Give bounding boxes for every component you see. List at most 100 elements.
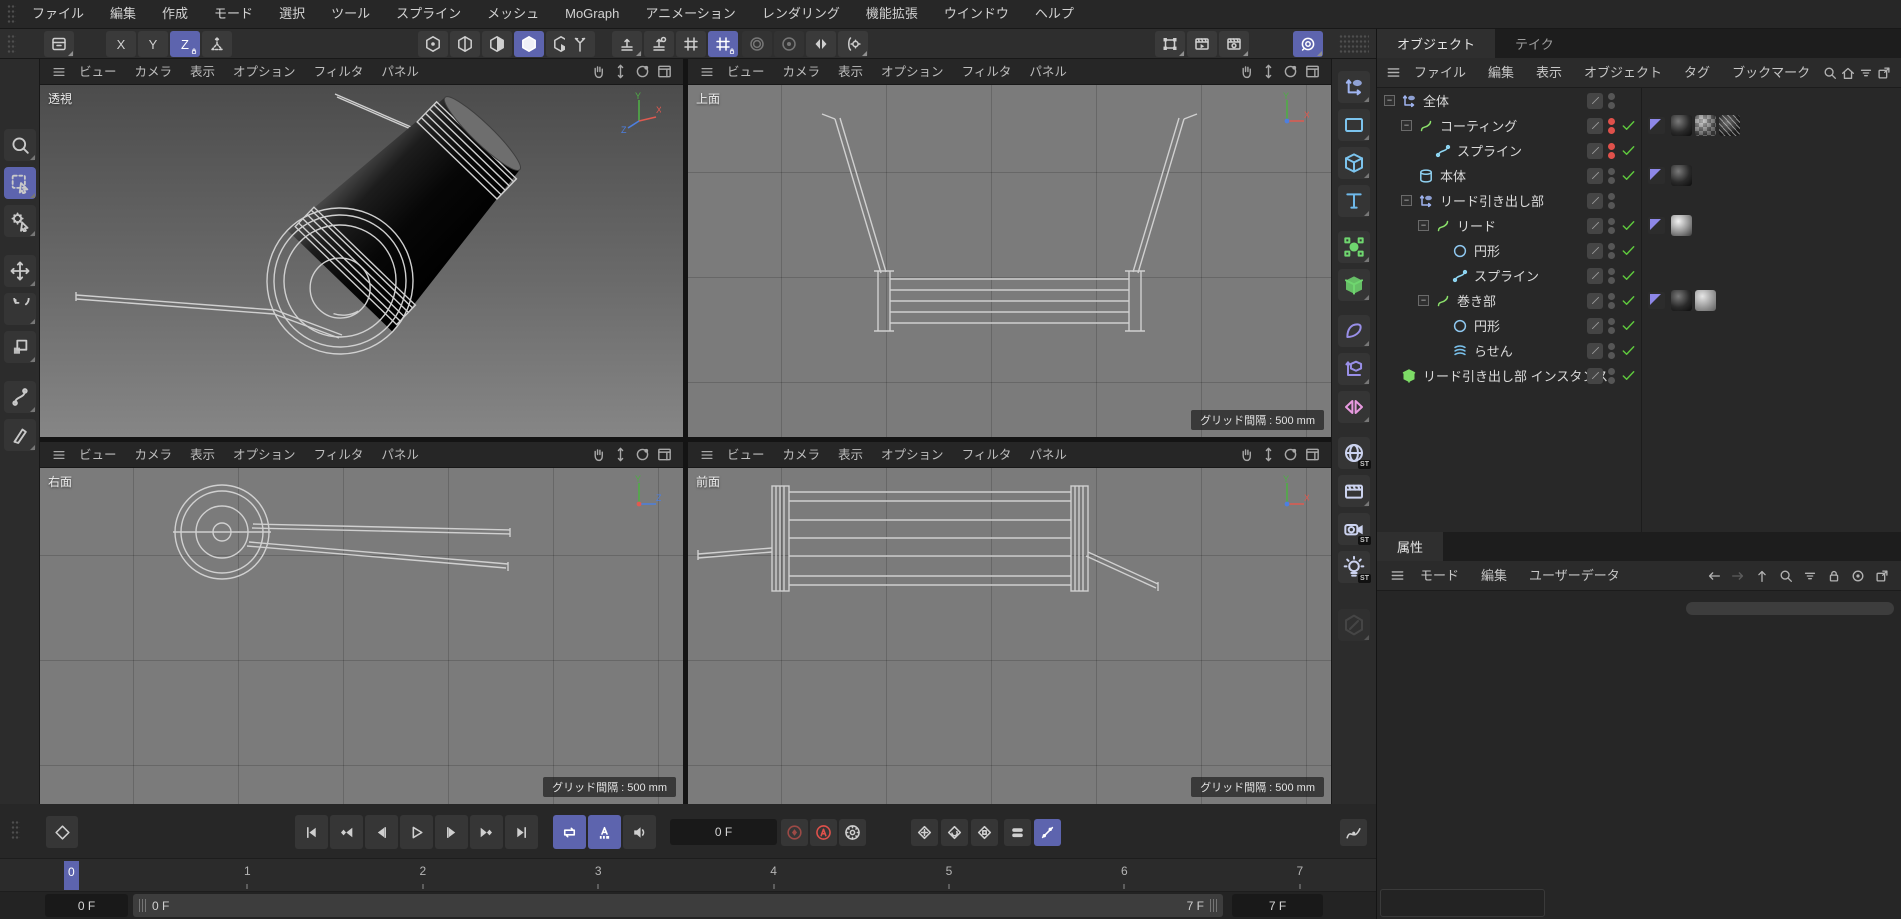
viewport-canvas-right[interactable]: 右面 Y Z グリッド間隔 : 500 mm: [40, 468, 683, 804]
axis-y-button[interactable]: Y: [138, 31, 168, 57]
timeline-drag-handle[interactable]: [11, 820, 20, 840]
menu-10[interactable]: レンダリング: [749, 0, 853, 28]
viewport-menu-0[interactable]: ビュー: [718, 442, 774, 468]
key-parameter-button[interactable]: [1004, 819, 1031, 846]
visibility-dots[interactable]: [1608, 213, 1615, 238]
workplane-button[interactable]: [612, 31, 642, 57]
viewport-menu-5[interactable]: パネル: [1020, 59, 1076, 85]
material-tag-glass[interactable]: [1695, 288, 1719, 313]
visibility-dots[interactable]: [1608, 138, 1615, 163]
loop-playback-button[interactable]: [553, 815, 586, 849]
viewport-menu-1[interactable]: カメラ: [126, 442, 182, 468]
keying-settings-button[interactable]: [839, 819, 866, 846]
edit-toggle[interactable]: [1587, 363, 1603, 388]
menu-3[interactable]: モード: [201, 0, 266, 28]
play-mode-a-button[interactable]: [588, 815, 621, 849]
om-menu-5[interactable]: ブックマーク: [1721, 59, 1821, 87]
visibility-dots[interactable]: [1608, 188, 1615, 213]
panel-menu-icon[interactable]: [1385, 62, 1403, 84]
viewport-menu-4[interactable]: フィルタ: [305, 442, 373, 468]
edit-toggle[interactable]: [1587, 238, 1603, 263]
viewport-menu-icon[interactable]: [696, 62, 718, 82]
enabled-check-icon[interactable]: [1620, 338, 1637, 363]
pan-hand-button[interactable]: [587, 62, 609, 82]
material-tag-fiber[interactable]: [1719, 113, 1743, 138]
enable-axis-button[interactable]: [565, 31, 595, 57]
visibility-dots[interactable]: [1608, 363, 1615, 388]
viewport-menu-4[interactable]: フィルタ: [953, 59, 1021, 85]
tree-row[interactable]: スプライン: [1377, 138, 1901, 163]
maximize-view-button[interactable]: [1301, 62, 1323, 82]
transport-frame-field[interactable]: 0 F: [670, 819, 777, 845]
back-button[interactable]: [1702, 565, 1726, 587]
timeline-ruler[interactable]: 012345670: [0, 858, 1376, 892]
enabled-check-icon[interactable]: [1620, 238, 1637, 263]
edit-toggle[interactable]: [1587, 163, 1603, 188]
sky-button[interactable]: ST: [1338, 437, 1370, 469]
render-view-button[interactable]: [1187, 31, 1217, 57]
visibility-dots[interactable]: [1608, 238, 1615, 263]
forward-dim-button[interactable]: [1726, 565, 1750, 587]
interactive-render-button[interactable]: [1293, 31, 1323, 57]
om-menu-4[interactable]: タグ: [1673, 59, 1721, 87]
viewport-menu-4[interactable]: フィルタ: [953, 442, 1021, 468]
phong-tag-icon[interactable]: [1648, 213, 1665, 238]
axis-z-button[interactable]: Z: [170, 31, 200, 57]
popout-button[interactable]: [1870, 565, 1894, 587]
snap-button[interactable]: [806, 31, 836, 57]
autokeying-button[interactable]: [810, 819, 837, 846]
menu-4[interactable]: 選択: [266, 0, 318, 28]
play-forward-button[interactable]: [400, 815, 433, 849]
viewport-canvas-front[interactable]: 前面 Y X グリッド間隔 : 500 mm: [688, 468, 1331, 804]
edit-toggle[interactable]: [1587, 263, 1603, 288]
axis-x-button[interactable]: X: [106, 31, 136, 57]
om-menu-1[interactable]: 編集: [1477, 59, 1525, 87]
popout-button[interactable]: [1875, 62, 1893, 84]
filter-button[interactable]: [1857, 62, 1875, 84]
orbit-button[interactable]: [631, 445, 653, 465]
menu-9[interactable]: アニメーション: [632, 0, 748, 28]
viewport-menu-1[interactable]: カメラ: [774, 59, 830, 85]
save-button[interactable]: [44, 31, 74, 57]
viewport-menu-5[interactable]: パネル: [372, 442, 428, 468]
tree-row[interactable]: −リード引き出し部: [1377, 188, 1901, 213]
menu-13[interactable]: ヘルプ: [1022, 0, 1087, 28]
menu-8[interactable]: MoGraph: [552, 0, 632, 28]
tree-row[interactable]: −全体: [1377, 88, 1901, 113]
tree-row[interactable]: らせん: [1377, 338, 1901, 363]
enabled-check-icon[interactable]: [1620, 363, 1637, 388]
viewport-menu-0[interactable]: ビュー: [70, 59, 126, 85]
viewport-menu-1[interactable]: カメラ: [774, 442, 830, 468]
polygons-mode-button[interactable]: [482, 31, 512, 57]
render-settings-button[interactable]: [1219, 31, 1249, 57]
material-tag-dark[interactable]: [1671, 163, 1695, 188]
expander-icon[interactable]: −: [1401, 195, 1412, 206]
next-key-button[interactable]: [470, 815, 503, 849]
deformer-button[interactable]: [1338, 315, 1370, 347]
tree-row[interactable]: −リード: [1377, 213, 1901, 238]
timeline-range-slider[interactable]: 0 F 7 F: [133, 894, 1223, 917]
pen-tool-button[interactable]: [4, 419, 36, 451]
visibility-dots[interactable]: [1608, 88, 1615, 113]
menu-7[interactable]: メッシュ: [474, 0, 552, 28]
menu-6[interactable]: スプライン: [383, 0, 474, 28]
maximize-view-button[interactable]: [653, 62, 675, 82]
orbit-button[interactable]: [1279, 445, 1301, 465]
go-to-start-button[interactable]: [295, 815, 328, 849]
motext-button[interactable]: [1338, 185, 1370, 217]
dolly-button[interactable]: [609, 445, 631, 465]
scale-tool-button[interactable]: [4, 331, 36, 363]
orbit-button[interactable]: [631, 62, 653, 82]
viewport-menu-3[interactable]: オプション: [224, 59, 305, 85]
viewport-menu-icon[interactable]: [696, 445, 718, 465]
pan-hand-button[interactable]: [1235, 62, 1257, 82]
edges-mode-button[interactable]: [450, 31, 480, 57]
dolly-button[interactable]: [1257, 62, 1279, 82]
material-tag-dark[interactable]: [1671, 288, 1695, 313]
viewport-menu-2[interactable]: 表示: [181, 442, 224, 468]
falloff-b-button[interactable]: [774, 31, 804, 57]
snap-workplane-button[interactable]: [644, 31, 674, 57]
edit-toggle[interactable]: [1587, 313, 1603, 338]
viewport-menu-4[interactable]: フィルタ: [305, 59, 373, 85]
tab-attributes[interactable]: 属性: [1377, 532, 1443, 561]
